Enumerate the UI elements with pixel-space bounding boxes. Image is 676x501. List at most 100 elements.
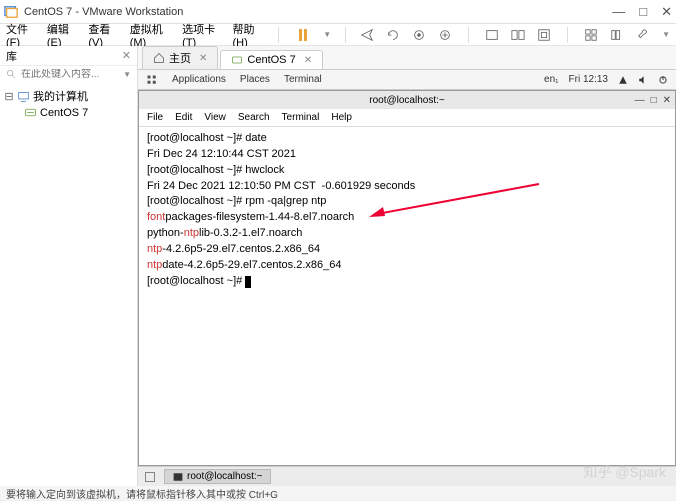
gnome-apps[interactable]: Applications — [172, 74, 226, 85]
tab-close-icon[interactable]: ✕ — [199, 53, 207, 64]
separator — [278, 27, 279, 43]
term-line: date-4.2.6p5-29.el7.centos.2.x86_64 — [162, 259, 341, 271]
term-line: -4.2.6p5-29.el7.centos.2.x86_64 — [162, 243, 320, 255]
term-menu-file[interactable]: File — [147, 112, 163, 123]
home-icon — [153, 52, 165, 64]
window-title: CentOS 7 - VMware Workstation — [24, 6, 612, 18]
library-tree: ⊟ 我的计算机 CentOS 7 — [0, 83, 137, 124]
menu-view[interactable]: 查看(V) — [88, 21, 119, 49]
menu-help[interactable]: 帮助(H) — [232, 21, 264, 49]
toolbar-dropdown-icon[interactable]: ▼ — [662, 30, 670, 39]
term-menu-view[interactable]: View — [204, 112, 226, 123]
sidebar-close-icon[interactable]: ✕ — [122, 49, 131, 62]
term-line: Fri Dec 24 12:10:44 CST 2021 — [147, 148, 296, 160]
cycle-icon[interactable] — [386, 28, 400, 42]
tab-vm-label: CentOS 7 — [247, 54, 295, 66]
show-desktop-icon[interactable] — [144, 471, 156, 483]
sidebar-title: 库 — [6, 48, 17, 64]
term-line: [root@localhost ~]# rpm -qa|grep ntp — [147, 195, 326, 207]
term-line: packages-filesystem-1.44-8.el7.noarch — [165, 211, 354, 223]
terminal-task-icon — [173, 472, 183, 482]
menu-vm[interactable]: 虚拟机(M) — [130, 21, 172, 49]
vm-tab-icon — [231, 54, 243, 66]
tree-vm-item[interactable]: CentOS 7 — [2, 105, 135, 120]
separator — [567, 27, 568, 43]
term-min-icon[interactable]: — — [635, 95, 645, 106]
gnome-places[interactable]: Places — [240, 74, 270, 85]
menubar: 文件(F) 编辑(E) 查看(V) 虚拟机(M) 选项卡(T) 帮助(H) ▼ … — [0, 24, 676, 46]
term-menu-terminal[interactable]: Terminal — [282, 112, 320, 123]
statusbar: 要将输入定向到该虚拟机，请将鼠标指针移入其中或按 Ctrl+G — [0, 486, 676, 500]
term-hl: ntp — [147, 243, 162, 255]
menu-file[interactable]: 文件(F) — [6, 21, 37, 49]
thumbnail-icon[interactable] — [584, 28, 598, 42]
menu-tabs[interactable]: 选项卡(T) — [182, 21, 222, 49]
snapshot-icon[interactable] — [412, 28, 426, 42]
manage-icon[interactable] — [438, 28, 452, 42]
send-icon[interactable] — [360, 28, 374, 42]
term-hl: font — [147, 211, 165, 223]
terminal-titlebar[interactable]: root@localhost:~ — □ ✕ — [139, 91, 675, 109]
tree-vm-label: CentOS 7 — [40, 107, 88, 119]
fullscreen-icon[interactable] — [537, 28, 551, 42]
term-hl: ntp — [184, 227, 199, 239]
input-lang[interactable]: en₁ — [544, 74, 559, 85]
tree-root[interactable]: ⊟ 我的计算机 — [2, 87, 135, 105]
tab-home-label: 主页 — [169, 50, 191, 66]
volume-icon[interactable] — [638, 75, 648, 85]
vmware-icon — [4, 5, 18, 19]
collapse-icon[interactable]: ⊟ — [4, 90, 14, 103]
term-line: lib-0.3.2-1.el7.noarch — [199, 227, 302, 239]
status-text: 要将输入定向到该虚拟机，请将鼠标指针移入其中或按 Ctrl+G — [6, 486, 278, 501]
gnome-terminal[interactable]: Terminal — [284, 74, 322, 85]
terminal-output[interactable]: [root@localhost ~]# date Fri Dec 24 12:1… — [139, 127, 675, 465]
gnome-top-bar: Applications Places Terminal en₁ Fri 12:… — [138, 70, 676, 90]
term-line: [root@localhost ~]# date — [147, 132, 267, 144]
term-line: [root@localhost ~]# hwclock — [147, 164, 284, 176]
activities-icon[interactable] — [146, 74, 158, 86]
separator — [345, 27, 346, 43]
vm-icon — [24, 106, 37, 119]
term-line: [root@localhost ~]# — [147, 275, 245, 287]
tree-root-label: 我的计算机 — [33, 88, 88, 104]
minimize-button[interactable]: — — [612, 4, 625, 20]
sidebar-search[interactable]: ▼ — [0, 66, 137, 83]
unity-icon[interactable] — [511, 28, 525, 42]
tab-vm[interactable]: CentOS 7 ✕ — [220, 50, 323, 69]
terminal-title: root@localhost:~ — [369, 95, 444, 106]
close-button[interactable]: ✕ — [661, 4, 672, 20]
term-max-icon[interactable]: □ — [651, 95, 657, 106]
cursor — [245, 276, 251, 288]
separator — [468, 27, 469, 43]
term-close-icon[interactable]: ✕ — [663, 95, 671, 106]
fit-icon[interactable] — [485, 28, 499, 42]
term-line: python- — [147, 227, 184, 239]
wrench-icon[interactable] — [636, 28, 650, 42]
taskbar-item[interactable]: root@localhost:~ — [164, 469, 271, 484]
maximize-button[interactable]: □ — [639, 4, 647, 20]
computer-icon — [17, 90, 30, 103]
gnome-taskbar: root@localhost:~ — [138, 466, 676, 486]
term-menu-edit[interactable]: Edit — [175, 112, 192, 123]
tab-home[interactable]: 主页 ✕ — [142, 46, 218, 69]
tab-close-icon[interactable]: ✕ — [304, 55, 312, 66]
tab-bar: 主页 ✕ CentOS 7 ✕ — [138, 46, 676, 70]
vm-display[interactable]: Applications Places Terminal en₁ Fri 12:… — [138, 70, 676, 486]
term-menu-search[interactable]: Search — [238, 112, 270, 123]
term-menu-help[interactable]: Help — [331, 112, 352, 123]
pause-button[interactable] — [299, 29, 307, 41]
term-hl: ntp — [147, 259, 162, 271]
search-dropdown-icon[interactable]: ▼ — [123, 70, 131, 79]
terminal-menubar: File Edit View Search Terminal Help — [139, 109, 675, 127]
taskbar-item-label: root@localhost:~ — [187, 471, 262, 482]
dropdown-icon[interactable]: ▼ — [323, 30, 331, 39]
search-input[interactable] — [21, 69, 119, 80]
sidebar: 库 ✕ ▼ ⊟ 我的计算机 CentOS 7 — [0, 46, 138, 486]
clock: Fri 12:13 — [569, 74, 608, 85]
menu-edit[interactable]: 编辑(E) — [47, 21, 78, 49]
term-line: Fri 24 Dec 2021 12:10:50 PM CST -0.60192… — [147, 180, 415, 192]
network-icon[interactable] — [618, 75, 628, 85]
terminal-window: root@localhost:~ — □ ✕ File Edit View Se… — [138, 90, 676, 466]
library-icon[interactable] — [610, 28, 624, 42]
power-icon[interactable] — [658, 75, 668, 85]
